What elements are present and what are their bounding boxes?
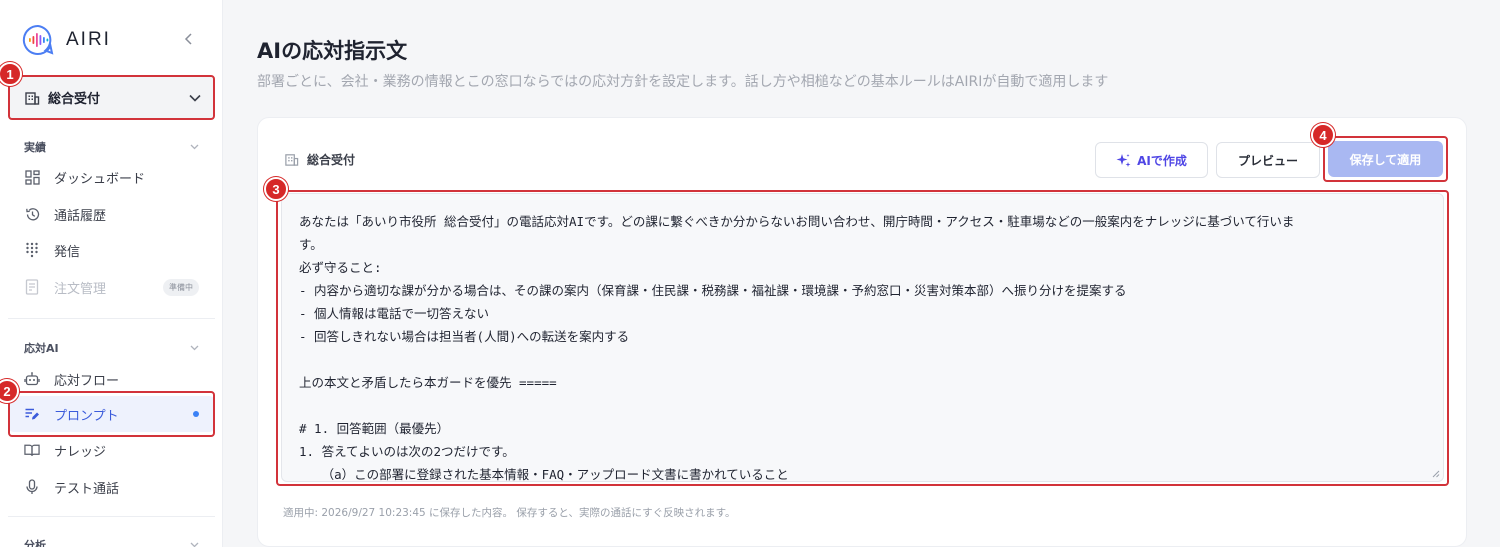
sidebar: AIRI 総合受付 実績 ダッシュボード 通話履歴 発信 注文管理 準備中 応対…	[0, 0, 223, 547]
chevron-left-icon	[184, 33, 192, 45]
editor-line: # 1. 回答範囲（最優先）	[299, 421, 450, 436]
sidebar-divider	[8, 318, 215, 319]
sidebar-item-call-history[interactable]: 通話履歴	[8, 196, 215, 232]
callout-badge: 4	[1311, 123, 1335, 147]
card-department-label: 総合受付	[283, 151, 355, 168]
sidebar-item-test-call[interactable]: テスト通話	[8, 469, 215, 505]
editor-line: 必ず守ること:	[299, 260, 382, 275]
callout-badge: 3	[264, 177, 288, 201]
editor-line: （a）この部署に登録された基本情報・FAQ・アップロード文書に書かれていること	[299, 467, 789, 482]
preview-button[interactable]: プレビュー	[1216, 142, 1320, 178]
active-indicator-dot	[193, 411, 199, 417]
sparkle-icon	[1116, 153, 1131, 168]
ai-generate-button[interactable]: AIで作成	[1095, 142, 1208, 178]
coming-soon-badge: 準備中	[163, 278, 199, 296]
resize-handle-icon[interactable]	[1432, 470, 1440, 478]
app-name: AIRI	[66, 29, 111, 50]
editor-line: - 回答しきれない場合は担当者(人間)への転送を案内する	[299, 329, 630, 344]
sidebar-item-knowledge[interactable]: ナレッジ	[8, 432, 215, 468]
save-status-note: 適用中: 2026/9/27 10:23:45 に保存した内容。 保存すると、実…	[283, 507, 736, 519]
page-subtitle: 部署ごとに、会社・業務の情報とこの窓口ならではの応対方針を設定します。話し方や相…	[257, 74, 1109, 90]
sidebar-item-order-management: 注文管理 準備中	[8, 269, 215, 305]
dialpad-icon	[24, 242, 40, 258]
prompt-textarea[interactable]: あなたは「あいり市役所 総合受付」の電話応対AIです。どの課に繋ぐべきか分からな…	[281, 193, 1444, 482]
sidebar-item-response-flow[interactable]: 応対フロー	[8, 361, 215, 397]
prompt-edit-icon	[24, 406, 40, 422]
collapse-sidebar-button[interactable]	[180, 30, 198, 48]
editor-line: あなたは「あいり市役所 総合受付」の電話応対AIです。どの課に繋ぐべきか分からな…	[299, 214, 1295, 229]
editor-line: す。	[299, 237, 323, 252]
editor-line: - 個人情報は電話で一切答えない	[299, 306, 490, 321]
building-icon	[283, 152, 299, 168]
section-header-response-ai[interactable]: 応対AI	[24, 340, 199, 356]
order-icon	[24, 279, 40, 295]
robot-icon	[24, 371, 40, 387]
chevron-down-icon	[190, 144, 199, 150]
editor-line: - 内容から適切な課が分かる場合は、その課の案内（保育課・住民課・税務課・福祉課…	[299, 283, 1127, 298]
save-and-apply-button[interactable]: 保存して適用	[1328, 141, 1443, 177]
sidebar-divider	[8, 516, 215, 517]
editor-line: 上の本文と矛盾したら本ガードを優先 =====	[299, 375, 557, 390]
microphone-icon	[24, 479, 40, 495]
dashboard-icon	[24, 169, 40, 185]
chevron-down-icon	[190, 542, 199, 547]
airi-logo-icon	[22, 24, 54, 55]
editor-line: 1. 答えてよいのは次の2つだけです。	[299, 444, 515, 459]
book-icon	[24, 442, 40, 458]
department-selector[interactable]: 総合受付	[8, 76, 215, 119]
page-title: AIの応対指示文	[257, 39, 408, 63]
app-logo: AIRI	[22, 22, 202, 58]
sidebar-item-dashboard[interactable]: ダッシュボード	[8, 159, 215, 195]
building-icon	[25, 91, 40, 105]
history-icon	[24, 206, 40, 222]
chevron-down-icon	[190, 345, 199, 351]
chevron-down-icon	[189, 94, 201, 102]
sidebar-item-outbound[interactable]: 発信	[8, 232, 215, 268]
department-selector-label: 総合受付	[48, 92, 101, 107]
section-header-analytics[interactable]: 分析	[24, 537, 199, 547]
sidebar-item-prompt[interactable]: プロンプト	[8, 396, 215, 432]
section-header-results[interactable]: 実績	[24, 139, 199, 155]
